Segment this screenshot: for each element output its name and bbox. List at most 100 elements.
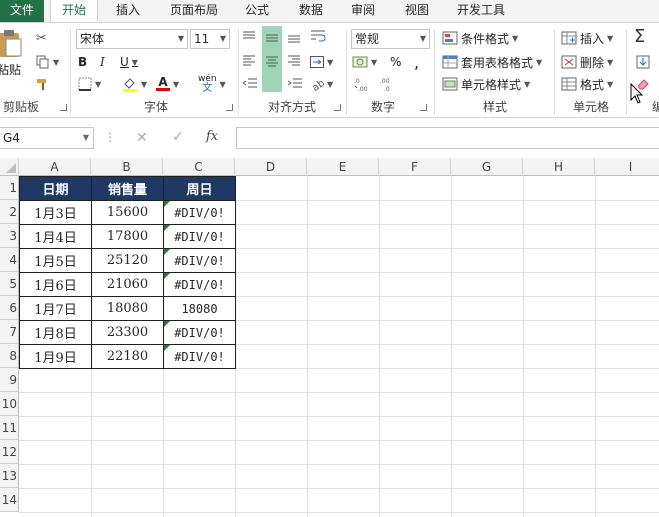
increase-decimal-button[interactable]: .0.00 bbox=[354, 75, 374, 93]
fill-color-button[interactable]: ▼ bbox=[122, 75, 152, 93]
row-header[interactable]: 7 bbox=[0, 320, 19, 344]
comma-style-button[interactable]: , bbox=[414, 53, 428, 72]
sunday-cell[interactable]: 18080 bbox=[163, 296, 236, 321]
tab-developer[interactable]: 开发工具 bbox=[452, 0, 510, 22]
column-header-h[interactable]: H bbox=[523, 158, 595, 176]
font-name-combo[interactable]: 宋体 ▼ bbox=[76, 29, 188, 49]
formula-bar-splitter-icon[interactable]: ⋮ bbox=[104, 130, 116, 144]
font-launcher[interactable] bbox=[226, 104, 233, 111]
autosum-button[interactable]: Σ bbox=[634, 25, 659, 47]
percent-style-button[interactable]: % bbox=[390, 53, 404, 71]
select-all-corner[interactable] bbox=[0, 158, 19, 176]
sunday-cell[interactable]: #DIV/0! bbox=[163, 272, 236, 297]
number-format-combo[interactable]: 常规 ▼ bbox=[351, 29, 430, 49]
font-color-button[interactable]: A ▼ bbox=[156, 75, 186, 93]
column-header-a[interactable]: A bbox=[19, 158, 91, 176]
delete-cells-button[interactable]: 删除 ▼ bbox=[561, 53, 623, 71]
header-cell-sales[interactable]: 销售量 bbox=[91, 176, 164, 201]
copy-button[interactable]: ▼ bbox=[36, 53, 66, 71]
row-header[interactable]: 14 bbox=[0, 488, 19, 512]
format-as-table-button[interactable]: 套用表格格式 ▼ bbox=[442, 53, 564, 71]
row-header[interactable]: 6 bbox=[0, 296, 19, 320]
italic-button[interactable]: I bbox=[100, 53, 116, 71]
column-header-i[interactable]: I bbox=[595, 158, 659, 176]
row-header[interactable]: 11 bbox=[0, 416, 19, 440]
formula-input[interactable] bbox=[236, 127, 659, 149]
column-header-e[interactable]: E bbox=[307, 158, 379, 176]
sales-cell[interactable]: 17800 bbox=[91, 224, 164, 249]
row-header[interactable]: 13 bbox=[0, 464, 19, 488]
date-cell[interactable]: 1月3日 bbox=[19, 200, 92, 225]
date-cell[interactable]: 1月6日 bbox=[19, 272, 92, 297]
worksheet-grid[interactable]: A B C D E F G H I 1 2 3 4 5 6 7 8 9 10 1… bbox=[0, 158, 659, 517]
enter-icon[interactable]: ✓ bbox=[172, 129, 184, 145]
insert-function-icon[interactable]: fx bbox=[206, 129, 218, 144]
name-box[interactable]: G4 ▼ bbox=[0, 127, 94, 149]
cut-button[interactable]: ✂ bbox=[36, 29, 54, 47]
align-right-button[interactable] bbox=[288, 53, 302, 69]
cancel-icon[interactable]: ✕ bbox=[136, 130, 148, 146]
alignment-launcher[interactable] bbox=[334, 104, 341, 111]
tab-file[interactable]: 文件 bbox=[0, 0, 44, 22]
orientation-button[interactable]: ab ▼ bbox=[310, 75, 336, 93]
tab-review[interactable]: 审阅 bbox=[346, 0, 380, 22]
row-header[interactable]: 5 bbox=[0, 272, 19, 296]
tab-formulas[interactable]: 公式 bbox=[240, 0, 274, 22]
row-header[interactable]: 8 bbox=[0, 344, 19, 368]
tab-page-layout[interactable]: 页面布局 bbox=[164, 0, 224, 22]
format-cells-button[interactable]: 格式 ▼ bbox=[561, 75, 623, 93]
underline-button[interactable]: U ▼ bbox=[120, 53, 146, 71]
align-middle-button[interactable] bbox=[262, 26, 282, 92]
sunday-cell[interactable]: #DIV/0! bbox=[163, 224, 236, 249]
tab-data[interactable]: 数据 bbox=[294, 0, 328, 22]
clipboard-launcher[interactable] bbox=[60, 104, 67, 111]
row-header[interactable]: 4 bbox=[0, 248, 19, 272]
tab-home[interactable]: 开始 bbox=[50, 0, 98, 23]
date-cell[interactable]: 1月8日 bbox=[19, 320, 92, 345]
sunday-cell[interactable]: #DIV/0! bbox=[163, 248, 236, 273]
paste-button[interactable]: 粘贴 bbox=[0, 29, 24, 89]
align-left-button[interactable] bbox=[243, 53, 257, 69]
format-painter-button[interactable] bbox=[36, 75, 54, 93]
decrease-decimal-button[interactable]: .00.0 bbox=[380, 75, 400, 93]
date-cell[interactable]: 1月4日 bbox=[19, 224, 92, 249]
sunday-cell[interactable]: #DIV/0! bbox=[163, 200, 236, 225]
header-cell-sunday[interactable]: 周日 bbox=[163, 176, 236, 201]
tab-view[interactable]: 视图 bbox=[400, 0, 434, 22]
sunday-cell[interactable]: #DIV/0! bbox=[163, 344, 236, 369]
date-cell[interactable]: 1月7日 bbox=[19, 296, 92, 321]
sales-cell[interactable]: 21060 bbox=[91, 272, 164, 297]
sunday-cell[interactable]: #DIV/0! bbox=[163, 320, 236, 345]
column-header-d[interactable]: D bbox=[235, 158, 307, 176]
sales-cell[interactable]: 25120 bbox=[91, 248, 164, 273]
row-header[interactable]: 2 bbox=[0, 200, 19, 224]
row-header[interactable]: 9 bbox=[0, 368, 19, 392]
number-launcher[interactable] bbox=[420, 104, 427, 111]
date-cell[interactable]: 1月9日 bbox=[19, 344, 92, 369]
column-header-f[interactable]: F bbox=[379, 158, 451, 176]
column-header-g[interactable]: G bbox=[451, 158, 523, 176]
borders-button[interactable]: ▼ bbox=[78, 75, 108, 93]
sales-cell[interactable]: 23300 bbox=[91, 320, 164, 345]
align-bottom-button[interactable] bbox=[288, 29, 302, 45]
column-header-c[interactable]: C bbox=[163, 158, 235, 176]
font-size-combo[interactable]: 11 ▼ bbox=[190, 29, 230, 49]
row-header[interactable]: 10 bbox=[0, 392, 19, 416]
merge-center-button[interactable]: ▼ bbox=[310, 53, 334, 71]
column-header-b[interactable]: B bbox=[91, 158, 163, 176]
bold-button[interactable]: B bbox=[78, 53, 94, 71]
row-header[interactable]: 1 bbox=[0, 176, 19, 200]
row-header[interactable]: 3 bbox=[0, 224, 19, 248]
fill-button[interactable] bbox=[636, 53, 658, 71]
insert-cells-button[interactable]: 插入 ▼ bbox=[561, 29, 623, 47]
sales-cell[interactable]: 15600 bbox=[91, 200, 164, 225]
wrap-text-button[interactable] bbox=[310, 27, 330, 45]
header-cell-date[interactable]: 日期 bbox=[19, 176, 92, 201]
tab-insert[interactable]: 插入 bbox=[112, 0, 144, 22]
conditional-formatting-button[interactable]: 条件格式 ▼ bbox=[442, 29, 552, 47]
phonetic-button[interactable]: wén 文 ▼ bbox=[198, 73, 230, 95]
cell-styles-button[interactable]: 单元格样式 ▼ bbox=[442, 75, 552, 93]
increase-indent-button[interactable] bbox=[288, 75, 304, 91]
accounting-format-button[interactable]: ▼ bbox=[352, 53, 382, 71]
decrease-indent-button[interactable] bbox=[243, 75, 259, 91]
